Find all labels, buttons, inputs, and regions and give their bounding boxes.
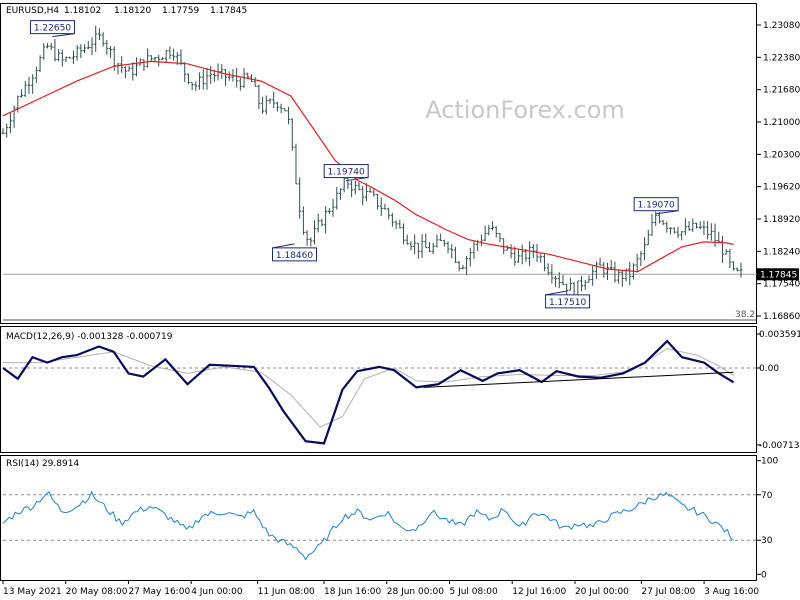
swing-label: 1.17510	[549, 298, 586, 308]
rsi-tick-label: 30	[761, 536, 773, 546]
time-tick-label: 27 May 16:00	[128, 587, 190, 597]
open-value: 1.18102	[64, 6, 101, 16]
price-tick-label: 1.16860	[763, 312, 800, 322]
high-value: 1.18120	[114, 6, 151, 16]
swing-label: 1.22650	[34, 24, 71, 34]
eurusd-chart: ActionForex.com 38.2 1.22650 1.18460 1.197…	[0, 0, 800, 600]
time-tick-label: 27 Jul 08:00	[641, 587, 695, 597]
time-tick-label: 12 Jul 16:00	[512, 587, 566, 597]
fib-label: 38.2	[735, 310, 755, 320]
rsi-tick-label: 70	[761, 491, 773, 501]
time-tick-label: 3 Aug 16:00	[704, 587, 759, 597]
macd-title: MACD(12,26,9) -0.001328 -0.000719	[6, 332, 173, 342]
rsi-title: RSI(14) 29.8914	[6, 459, 79, 469]
price-tick-label: 1.18240	[763, 247, 800, 257]
time-tick-label: 4 Jun 00:00	[191, 587, 243, 597]
time-tick-label: 11 Jun 08:00	[258, 587, 315, 597]
rsi-tick-label: 100	[761, 457, 778, 467]
time-tick-label: 20 May 08:00	[66, 587, 128, 597]
macd-tick-label: 0.003591	[759, 330, 800, 340]
watermark: ActionForex.com	[425, 96, 625, 124]
time-tick-label: 13 May 2021	[3, 587, 62, 597]
price-tick-label: 1.22380	[763, 53, 800, 63]
time-tick-label: 28 Jun 00:00	[387, 587, 444, 597]
price-tick-label: 1.23080	[763, 21, 800, 31]
macd-tick-label: -0.007137	[759, 441, 800, 451]
chart-background	[0, 0, 800, 600]
price-tick-label: 1.21000	[763, 118, 800, 128]
symbol-label: EURUSD,H4	[6, 6, 59, 16]
time-tick-label: 20 Jul 00:00	[575, 587, 629, 597]
price-tick-label: 1.20300	[763, 150, 800, 160]
swing-label: 1.19740	[328, 168, 365, 178]
price-tick-label: 1.19620	[763, 183, 800, 193]
time-tick-label: 18 Jun 16:00	[324, 587, 381, 597]
time-tick-label: 5 Jul 08:00	[449, 587, 498, 597]
chart-header: EURUSD,H4 1.18102 1.18120 1.17759 1.1784…	[6, 6, 247, 16]
rsi-tick-label: 0	[761, 570, 767, 580]
low-value: 1.17759	[162, 6, 199, 16]
macd-tick-label: 0.00	[759, 364, 779, 374]
price-tick-label: 1.18920	[763, 215, 800, 225]
swing-label: 1.19070	[638, 201, 675, 211]
current-price-label: 1.17845	[760, 270, 797, 280]
price-tick-label: 1.17540	[763, 280, 800, 290]
swing-label: 1.18460	[276, 251, 313, 261]
price-tick-label: 1.21680	[763, 86, 800, 96]
close-value: 1.17845	[210, 6, 247, 16]
